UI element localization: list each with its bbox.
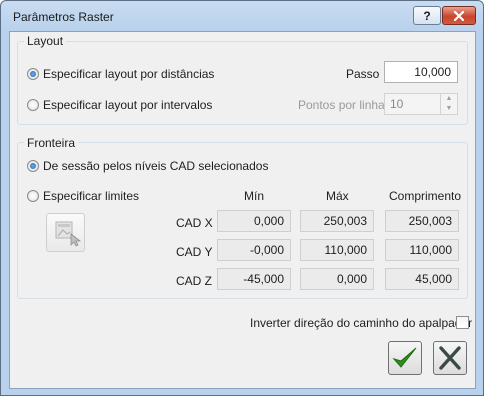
column-max-header: Máx: [326, 189, 349, 203]
radio-boundary-limits-label: Especificar limites: [43, 189, 140, 203]
row-label-cad-z: CAD Z: [176, 274, 212, 288]
pontos-por-linha-value: 10: [390, 97, 404, 111]
dialog-window: Parâmetros Raster ? Layout Especificar l…: [0, 0, 484, 396]
radio-layout-distances[interactable]: Especificar layout por distâncias: [27, 67, 214, 81]
radio-layout-intervals[interactable]: Especificar layout por intervalos: [27, 98, 212, 112]
cad-x-length: 250,003: [385, 210, 459, 232]
radio-icon-checked: [27, 160, 39, 172]
cad-x-min: 0,000: [217, 210, 291, 232]
radio-layout-distances-label: Especificar layout por distâncias: [43, 67, 215, 81]
radio-boundary-session-label: De sessão pelos níveis CAD selecionados: [43, 159, 269, 173]
help-button[interactable]: ?: [413, 6, 441, 25]
select-region-icon: [55, 221, 82, 247]
invert-direction-checkbox[interactable]: [456, 316, 469, 329]
pick-limits-button[interactable]: [46, 213, 85, 252]
close-button[interactable]: [442, 6, 476, 25]
column-min-header: Mín: [244, 189, 265, 203]
column-length-header: Comprimento: [389, 189, 462, 203]
cad-z-length: 45,000: [385, 268, 459, 290]
help-icon: ?: [423, 8, 431, 23]
cad-z-max: 0,000: [300, 268, 374, 290]
x-icon: [439, 346, 461, 370]
pontos-por-linha-label: Pontos por linha: [298, 98, 385, 112]
cad-x-max: 250,003: [300, 210, 374, 232]
cancel-button[interactable]: [433, 341, 467, 375]
pontos-spin-buttons[interactable]: ▲ ▼: [440, 93, 457, 115]
dialog-body: Layout Especificar layout por distâncias…: [9, 31, 476, 389]
accept-button[interactable]: [388, 341, 422, 375]
cad-z-min: -45,000: [217, 268, 291, 290]
radio-icon: [27, 99, 39, 111]
cad-y-min: -0,000: [217, 239, 291, 261]
title-bar[interactable]: Parâmetros Raster ?: [1, 1, 483, 31]
cad-y-length: 110,000: [385, 239, 459, 261]
spin-up-icon[interactable]: ▲: [441, 93, 457, 103]
radio-icon-checked: [27, 68, 39, 80]
radio-boundary-limits[interactable]: Especificar limites: [27, 189, 139, 203]
radio-layout-intervals-label: Especificar layout por intervalos: [43, 98, 213, 112]
radio-icon: [27, 190, 39, 202]
cad-y-max: 110,000: [300, 239, 374, 261]
radio-boundary-session[interactable]: De sessão pelos níveis CAD selecionados: [27, 159, 268, 173]
spin-down-icon[interactable]: ▼: [441, 103, 457, 113]
row-label-cad-y: CAD Y: [176, 245, 213, 259]
row-label-cad-x: CAD X: [176, 216, 213, 230]
boundary-group-label: Fronteira: [24, 136, 79, 150]
passo-input[interactable]: 10,000: [384, 61, 458, 83]
window-title: Parâmetros Raster: [13, 10, 114, 24]
passo-label: Passo: [346, 67, 380, 81]
checkmark-icon: [392, 347, 417, 368]
layout-group-label: Layout: [24, 34, 67, 48]
invert-direction-label: Inverter direção do caminho do apalpador: [250, 316, 473, 330]
close-icon: [453, 10, 465, 21]
